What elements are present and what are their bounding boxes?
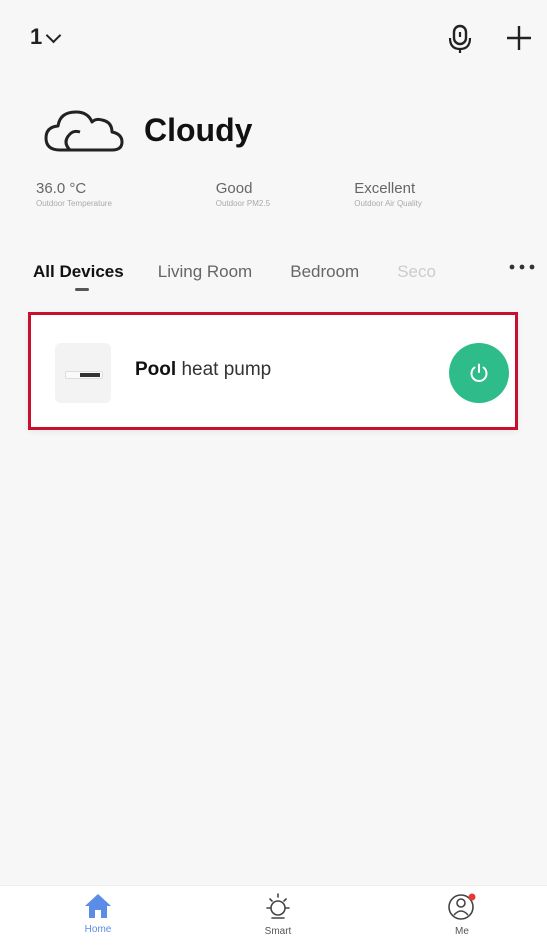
stat-pm25: Good Outdoor PM2.5 <box>216 180 354 208</box>
stat-temperature: 36.0 °C Outdoor Temperature <box>36 180 188 208</box>
home-selector[interactable]: 1 <box>30 24 62 50</box>
sun-icon <box>266 893 290 919</box>
stat-value: 36.0 °C <box>36 180 87 197</box>
device-card-pool-heat-pump[interactable]: Pool heat pump <box>28 312 518 430</box>
stat-air-quality: Excellent Outdoor Air Quality <box>354 180 506 208</box>
nav-label: Home <box>84 924 112 935</box>
stat-label: Outdoor Temperature <box>36 199 112 208</box>
tab-living-room[interactable]: Living Room <box>158 262 253 282</box>
weather-condition: Cloudy <box>144 111 253 148</box>
nav-label: Me <box>455 926 469 937</box>
weather-stats: 36.0 °C Outdoor Temperature Good Outdoor… <box>36 180 506 208</box>
power-button[interactable] <box>449 343 509 403</box>
microphone-icon[interactable] <box>446 24 474 54</box>
tab-all-devices[interactable]: All Devices <box>33 262 124 282</box>
stat-label: Outdoor Air Quality <box>354 199 422 208</box>
stat-label: Outdoor PM2.5 <box>215 199 271 208</box>
tab-second[interactable]: Seco <box>397 262 447 282</box>
home-name: 1 <box>30 24 43 49</box>
nav-smart[interactable]: Smart <box>238 892 318 937</box>
tab-bedroom[interactable]: Bedroom <box>290 262 359 282</box>
heat-pump-icon <box>65 371 103 379</box>
nav-home[interactable]: Home <box>58 892 138 935</box>
app-screen: 1 Cloudy 36.0 °C Outdoor Temperature Goo… <box>0 0 547 947</box>
user-icon <box>448 893 476 920</box>
weather-summary: Cloudy <box>40 100 252 160</box>
cloud-icon <box>44 110 124 152</box>
device-name: Pool heat pump <box>135 359 271 381</box>
stat-value: Excellent <box>354 180 416 197</box>
chevron-down-icon <box>45 27 62 43</box>
device-thumbnail <box>55 343 111 403</box>
top-bar: 1 <box>0 0 547 80</box>
power-icon <box>470 363 488 382</box>
notification-dot <box>468 893 476 901</box>
nav-label: Smart <box>264 926 292 937</box>
more-icon[interactable] <box>508 262 536 272</box>
room-tabs: All Devices Living Room Bedroom Seco <box>33 252 543 292</box>
home-icon <box>85 894 111 918</box>
plus-icon[interactable] <box>503 22 535 54</box>
bottom-navigation: Home Smart Me <box>0 885 547 947</box>
active-tab-indicator <box>75 288 89 291</box>
nav-me[interactable]: Me <box>422 892 502 937</box>
stat-value: Good <box>215 180 253 197</box>
device-name-bold: Pool <box>135 359 177 380</box>
device-name-rest: heat pump <box>176 359 272 380</box>
